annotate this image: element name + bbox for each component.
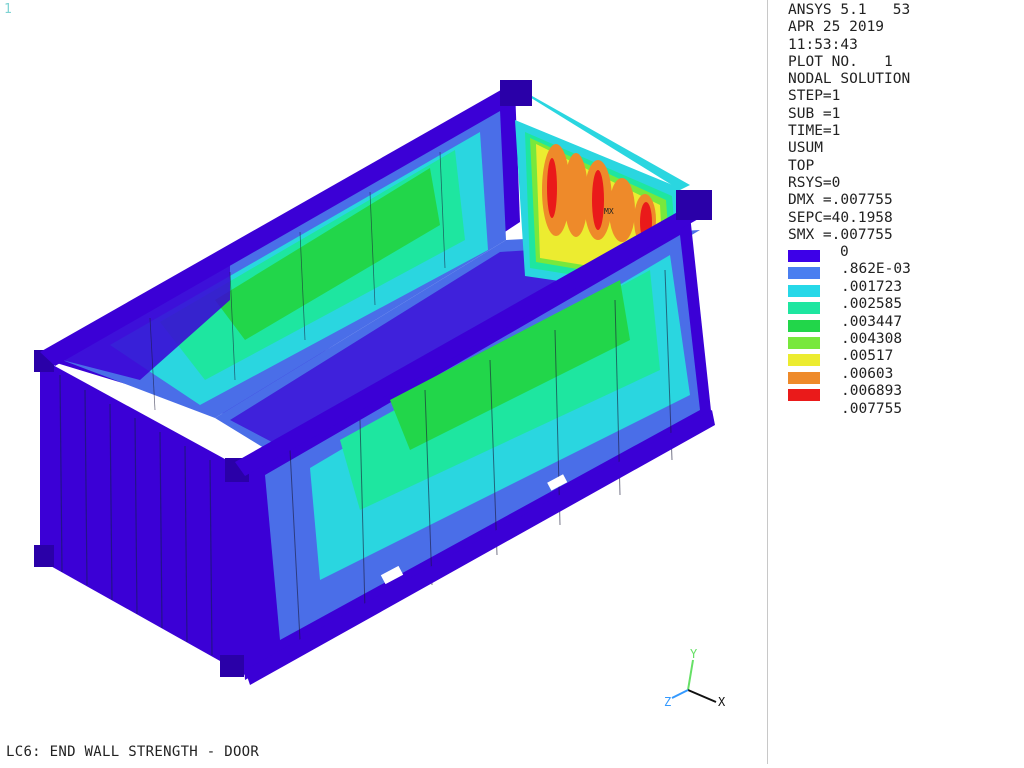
legend-label: .00603 [841, 365, 894, 382]
legend-row: 0 [788, 244, 1018, 262]
info-line: USUM [788, 140, 823, 157]
info-line: SUB =1 [788, 105, 841, 122]
info-line: SMX =.007755 [788, 226, 893, 243]
legend-label: .001723 [841, 278, 903, 295]
info-line: TOP [788, 157, 815, 174]
legend-label: .002585 [841, 296, 903, 313]
legend-swatch [788, 389, 820, 402]
legend-label: .007755 [841, 400, 903, 417]
legend-row: .001723 [788, 278, 1018, 297]
triad-y-label: Y [690, 647, 698, 661]
legend-swatch [788, 302, 820, 315]
legend-swatch [788, 336, 820, 349]
legend-swatch [788, 354, 820, 367]
legend-label: .006893 [841, 383, 903, 400]
triad-x-label: X [718, 695, 726, 709]
info-line: 11:53:43 [788, 36, 858, 53]
legend-row: .003447 [788, 313, 1018, 332]
info-line: RSYS=0 [788, 174, 841, 191]
container-model-plot: MX Y X Z [34, 80, 726, 709]
info-line: TIME=1 [788, 123, 841, 140]
legend-min-label: 0 [840, 244, 849, 260]
legend-swatch [788, 250, 820, 262]
info-line: SEPC=40.1958 [788, 209, 893, 226]
info-line: ANSYS 5.1 53 [788, 2, 911, 18]
graphics-viewport[interactable]: MX Y X Z 1 LC6: END WALL STRENGTH - DOOR [0, 0, 768, 764]
legend-row: .862E-03 [788, 261, 1018, 280]
panel-divider [767, 0, 768, 764]
legend-label: .00517 [841, 348, 894, 365]
legend-swatch [788, 371, 820, 384]
plot-info-panel: ANSYS 5.1 53 APR 25 2019 11:53:43 PLOT N… [788, 2, 1018, 244]
legend-row: .004308 [788, 330, 1018, 349]
window-number: 1 [4, 2, 12, 17]
legend-row: .00603 [788, 365, 1018, 384]
info-line: DMX =.007755 [788, 192, 893, 209]
plot-caption: LC6: END WALL STRENGTH - DOOR [6, 744, 260, 760]
info-line: APR 25 2019 [788, 19, 885, 36]
max-marker: MX [604, 207, 614, 216]
legend-row: .002585 [788, 296, 1018, 315]
info-line: NODAL SOLUTION [788, 71, 911, 88]
info-line: STEP=1 [788, 88, 841, 105]
legend-row: .006893 [788, 383, 1018, 402]
triad-z-label: Z [664, 695, 671, 709]
info-line: PLOT NO. 1 [788, 53, 893, 70]
contour-legend: 0 .862E-03 .001723 .002585 .003447 .0043… [788, 244, 1018, 418]
legend-label: .003447 [841, 313, 903, 330]
coordinate-triad: Y X Z [664, 647, 726, 709]
legend-swatch [788, 267, 820, 280]
legend-row: .00517 [788, 348, 1018, 367]
legend-swatch [788, 284, 820, 297]
legend-label: .862E-03 [841, 261, 911, 278]
legend-row: .007755 [788, 401, 1018, 418]
legend-label: .004308 [841, 330, 903, 347]
legend-swatch [788, 319, 820, 332]
